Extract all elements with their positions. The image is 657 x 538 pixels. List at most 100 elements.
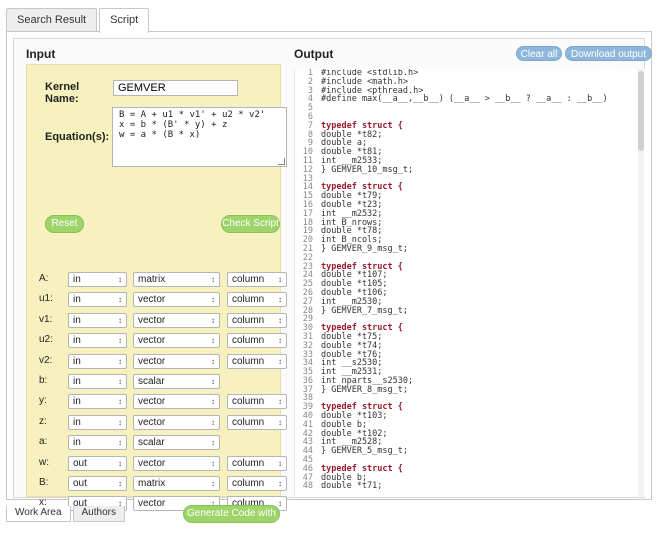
top-tab-bar: Search Result Script bbox=[6, 8, 151, 33]
layout-select-value: column bbox=[232, 457, 265, 469]
layout-select[interactable]: column ↕ bbox=[227, 353, 287, 369]
clear-all-button[interactable]: Clear all bbox=[516, 46, 562, 61]
type-select[interactable]: matrix ↕ bbox=[133, 476, 220, 491]
kernel-name-input[interactable] bbox=[113, 80, 238, 96]
io-select[interactable]: in ↕ bbox=[68, 394, 127, 410]
io-select[interactable]: in ↕ bbox=[68, 292, 127, 308]
type-select-value: scalar bbox=[138, 376, 165, 387]
layout-select[interactable]: column ↕ bbox=[227, 476, 287, 491]
type-select-value: matrix bbox=[138, 274, 166, 285]
select-arrow-icon: ↕ bbox=[278, 275, 282, 284]
select-arrow-icon: ↕ bbox=[211, 417, 215, 427]
download-output-button[interactable]: Download output file bbox=[565, 46, 652, 75]
io-select[interactable]: out ↕ bbox=[68, 476, 127, 491]
io-select-value: in bbox=[73, 396, 81, 408]
type-select-value: scalar bbox=[138, 437, 165, 449]
type-select[interactable]: vector ↕ bbox=[133, 333, 220, 349]
variable-name-label: y: bbox=[39, 395, 47, 407]
type-select[interactable]: matrix ↕ bbox=[133, 272, 220, 287]
select-arrow-icon: ↕ bbox=[118, 295, 122, 305]
layout-select[interactable]: column ↕ bbox=[227, 312, 287, 328]
io-select[interactable]: in ↕ bbox=[68, 272, 127, 287]
layout-select-value: column bbox=[232, 335, 265, 347]
code-text: } GEMVER_7_msg_t; bbox=[321, 305, 408, 316]
code-scrollbar-thumb[interactable] bbox=[638, 71, 644, 151]
io-select[interactable]: in ↕ bbox=[68, 414, 127, 430]
variable-name-label: a: bbox=[39, 436, 48, 448]
tab-content-frame: Input Output Clear all Download output f… bbox=[6, 31, 652, 535]
code-line: 4 #define max(__a__,__b__) (__a__ > __b__… bbox=[295, 95, 646, 104]
layout-select[interactable]: column ↕ bbox=[227, 455, 287, 471]
code-text: double *t71; bbox=[321, 481, 383, 492]
type-select[interactable]: vector ↕ bbox=[133, 312, 220, 328]
io-select-value: in bbox=[73, 294, 81, 306]
tab-script[interactable]: Script bbox=[99, 8, 150, 33]
select-arrow-icon: ↕ bbox=[211, 377, 215, 386]
io-select[interactable]: in ↕ bbox=[68, 435, 127, 451]
select-arrow-icon: ↕ bbox=[118, 479, 122, 488]
code-line: 44} GEMVER_5_msg_t; bbox=[295, 447, 646, 456]
io-select-value: in bbox=[73, 437, 81, 449]
type-select[interactable]: scalar ↕ bbox=[133, 374, 220, 389]
io-select-value: out bbox=[73, 457, 87, 469]
select-arrow-icon: ↕ bbox=[211, 275, 215, 284]
select-arrow-icon: ↕ bbox=[211, 336, 215, 346]
check-script-button[interactable]: Check Script bbox=[221, 215, 280, 233]
layout-select-value: column bbox=[232, 416, 265, 428]
type-select[interactable]: vector ↕ bbox=[133, 455, 220, 471]
layout-select[interactable]: column ↕ bbox=[227, 333, 287, 349]
code-line: 12} GEMVER_10_msg_t; bbox=[295, 165, 646, 175]
tab-search-result[interactable]: Search Result bbox=[6, 8, 98, 32]
code-text: } GEMVER_9_msg_t; bbox=[321, 243, 408, 254]
layout-select[interactable]: column ↕ bbox=[227, 272, 287, 287]
io-select-value: in bbox=[73, 314, 81, 326]
reset-button[interactable]: Reset bbox=[45, 215, 84, 233]
code-line: 37} GEMVER_8_msg_t; bbox=[295, 385, 646, 395]
variable-name-label: B: bbox=[39, 477, 49, 488]
output-code-view[interactable]: 1 #include <stdlib.h> 2 #include <math.h> 3 #… bbox=[294, 69, 646, 497]
type-select[interactable]: vector ↕ bbox=[133, 292, 220, 308]
select-arrow-icon: ↕ bbox=[278, 417, 282, 427]
layout-select[interactable]: column ↕ bbox=[227, 414, 287, 430]
type-select-value: vector bbox=[138, 314, 166, 326]
equations-label: Equation(s): bbox=[45, 131, 110, 143]
select-arrow-icon: ↕ bbox=[211, 458, 215, 468]
io-select[interactable]: in ↕ bbox=[68, 374, 127, 389]
select-arrow-icon: ↕ bbox=[278, 479, 282, 488]
type-select-value: vector bbox=[138, 498, 166, 510]
select-arrow-icon: ↕ bbox=[118, 397, 122, 407]
type-select-value: matrix bbox=[138, 478, 166, 489]
select-arrow-icon: ↕ bbox=[278, 397, 282, 407]
variable-name-label: z: bbox=[39, 415, 47, 427]
io-select-value: in bbox=[73, 335, 81, 347]
select-arrow-icon: ↕ bbox=[211, 315, 215, 325]
select-arrow-icon: ↕ bbox=[278, 336, 282, 346]
layout-select[interactable]: column ↕ bbox=[227, 394, 287, 410]
select-arrow-icon: ↕ bbox=[211, 356, 215, 366]
layout-select-value: column bbox=[232, 478, 265, 489]
code-line: 21} GEMVER_9_msg_t; bbox=[295, 245, 646, 254]
io-select[interactable]: in ↕ bbox=[68, 333, 127, 349]
type-select[interactable]: vector ↕ bbox=[133, 414, 220, 430]
generate-code-button[interactable]: Generate Code with BTO bbox=[183, 505, 280, 535]
kernel-name-label: Kernel Name: bbox=[45, 81, 80, 105]
layout-select-value: column bbox=[232, 274, 265, 285]
io-select[interactable]: in ↕ bbox=[68, 312, 127, 328]
io-select-value: in bbox=[73, 416, 81, 428]
io-select-value: in bbox=[73, 355, 81, 367]
type-select[interactable]: vector ↕ bbox=[133, 394, 220, 410]
layout-select[interactable]: column ↕ bbox=[227, 292, 287, 308]
select-arrow-icon: ↕ bbox=[211, 479, 215, 488]
script-panel: Input Output Clear all Download output f… bbox=[13, 38, 652, 535]
type-select[interactable]: vector ↕ bbox=[133, 353, 220, 369]
io-select[interactable]: out ↕ bbox=[68, 455, 127, 471]
code-text: } GEMVER_5_msg_t; bbox=[321, 446, 408, 457]
type-select-value: vector bbox=[138, 335, 166, 347]
io-select-value: out bbox=[73, 478, 87, 489]
select-arrow-icon: ↕ bbox=[118, 438, 122, 448]
type-select-value: vector bbox=[138, 355, 166, 367]
equations-textarea[interactable]: B = A + u1 * v1' + u2 * v2' x = b * (B' … bbox=[112, 107, 287, 167]
variable-name-label: u1: bbox=[39, 293, 53, 305]
io-select[interactable]: in ↕ bbox=[68, 353, 127, 369]
type-select[interactable]: scalar ↕ bbox=[133, 435, 220, 451]
